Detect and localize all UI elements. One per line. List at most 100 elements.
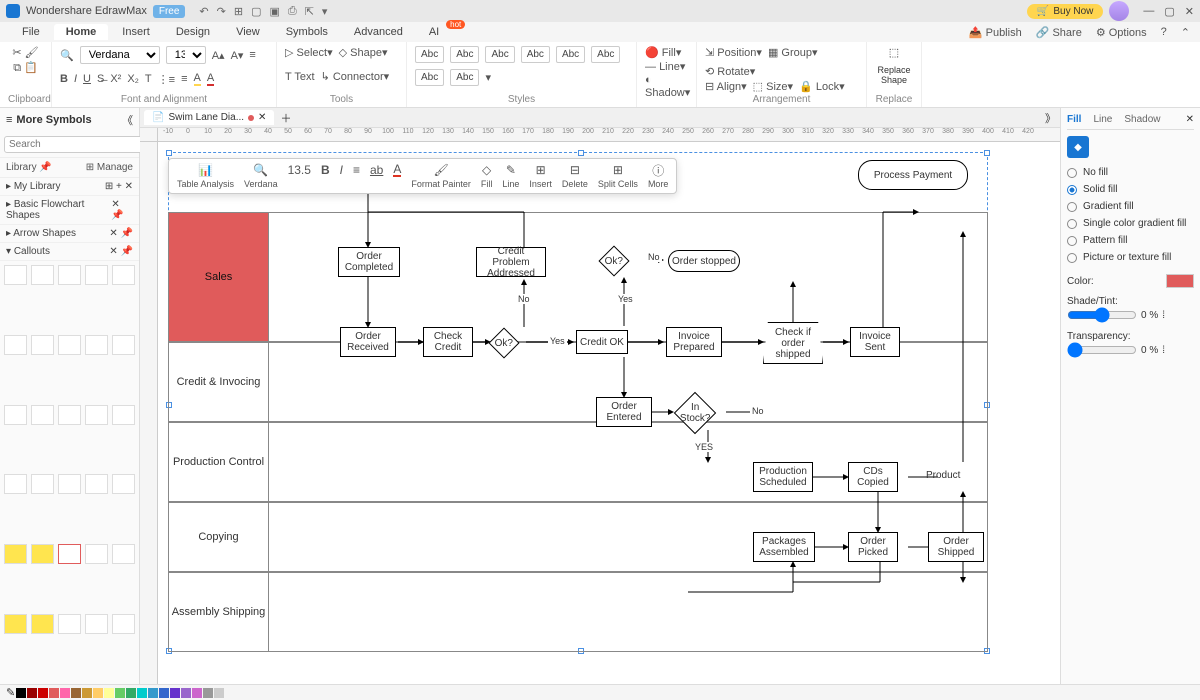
color-swatch-item[interactable] (181, 688, 191, 698)
replace-shape-icon[interactable]: ⬚ (889, 46, 899, 59)
minimize-icon[interactable]: — (1143, 5, 1154, 18)
fill-button[interactable]: 🔴 Fill▾ (645, 46, 681, 59)
ft-table-analysis[interactable]: 📊Table Analysis (177, 163, 234, 189)
shape-invoice-sent[interactable]: Invoice Sent (850, 327, 900, 357)
callout-shape[interactable] (4, 474, 27, 494)
more-symbols-label[interactable]: More Symbols (16, 114, 91, 126)
callout-shape[interactable] (31, 265, 54, 285)
ft-fill[interactable]: ◇Fill (481, 163, 493, 189)
text-direction-icon[interactable]: T (145, 73, 152, 85)
new-icon[interactable]: ⊞ (234, 5, 243, 18)
menu-home[interactable]: Home (54, 24, 109, 40)
shade-slider[interactable] (1067, 307, 1137, 323)
increase-font-icon[interactable]: A▴ (212, 49, 225, 62)
callout-shape[interactable] (31, 614, 54, 634)
menu-symbols[interactable]: Symbols (274, 24, 340, 40)
symbol-search-input[interactable] (4, 136, 146, 153)
callout-shape[interactable] (58, 614, 81, 634)
user-avatar[interactable] (1109, 1, 1129, 21)
color-swatch-item[interactable] (137, 688, 147, 698)
callout-shape[interactable] (112, 265, 135, 285)
callout-shape[interactable] (4, 405, 27, 425)
callout-shape[interactable] (58, 265, 81, 285)
shade-stepper-icon[interactable]: ⁞ (1162, 310, 1165, 321)
shape-check-credit[interactable]: Check Credit (423, 327, 473, 357)
callout-shape[interactable] (85, 265, 108, 285)
style-preset-8[interactable]: Abc (450, 69, 479, 86)
callout-shape[interactable] (85, 474, 108, 494)
callout-shape[interactable] (58, 335, 81, 355)
section-arrows[interactable]: ▸ Arrow Shapes✕ 📌 (0, 225, 139, 243)
shape-order-picked[interactable]: Order Picked (848, 532, 898, 562)
menu-design[interactable]: Design (164, 24, 222, 40)
radio-picture-fill[interactable]: Picture or texture fill (1067, 249, 1194, 266)
ft-line[interactable]: ✎Line (502, 163, 519, 189)
rp-close-icon[interactable]: ✕ (1186, 114, 1194, 125)
rp-tab-fill[interactable]: Fill (1067, 114, 1081, 125)
radio-gradient-fill[interactable]: Gradient fill (1067, 198, 1194, 215)
size-button[interactable]: ⬚ Size▾ (753, 80, 793, 93)
shape-prod-sched[interactable]: Production Scheduled (753, 462, 813, 492)
save-icon[interactable]: ▣ (269, 5, 279, 18)
callout-shape[interactable] (58, 544, 81, 564)
callout-shape[interactable] (112, 335, 135, 355)
shape-process-payment[interactable]: Process Payment (858, 160, 968, 190)
undo-icon[interactable]: ↶ (199, 5, 208, 18)
ft-insert[interactable]: ⊞Insert (529, 163, 552, 189)
ft-split[interactable]: ⊞Split Cells (598, 163, 638, 189)
radio-pattern-fill[interactable]: Pattern fill (1067, 232, 1194, 249)
callout-shape[interactable] (4, 265, 27, 285)
manage-button[interactable]: ⊞ Manage (86, 162, 133, 173)
section-callouts[interactable]: ▾ Callouts✕ 📌 (0, 243, 139, 261)
maximize-icon[interactable]: ▢ (1164, 5, 1174, 18)
menu-view[interactable]: View (224, 24, 272, 40)
page[interactable]: 📊Table Analysis 🔍Verdana 13.5 B I ≡ ab A… (168, 152, 1048, 684)
lane-asm[interactable]: Assembly Shipping (168, 572, 988, 652)
color-swatch-item[interactable] (49, 688, 59, 698)
callout-shape[interactable] (85, 335, 108, 355)
ft-font[interactable]: 🔍Verdana (244, 163, 278, 189)
color-swatch-item[interactable] (16, 688, 26, 698)
callout-shape[interactable] (112, 405, 135, 425)
document-tab[interactable]: 📄 Swim Lane Dia... ✕ (144, 110, 274, 125)
rp-tab-line[interactable]: Line (1093, 114, 1112, 125)
more-symbols-icon[interactable]: ≡ (6, 114, 12, 126)
menu-ai[interactable]: AIhot (417, 24, 451, 40)
align-icon[interactable]: ≡ (249, 49, 255, 61)
ft-more[interactable]: ⓘMore (648, 163, 669, 189)
font-color-icon[interactable]: A (207, 72, 214, 86)
color-swatch-item[interactable] (60, 688, 70, 698)
my-library-section[interactable]: ▸ My Library⊞ + ✕ (0, 178, 139, 196)
position-button[interactable]: ⇲ Position▾ (705, 46, 762, 59)
cut-icon[interactable]: ✂ (12, 47, 21, 59)
open-icon[interactable]: ▢ (251, 5, 261, 18)
ft-underline[interactable]: ab (370, 163, 383, 189)
color-swatch-item[interactable] (148, 688, 158, 698)
color-swatch-item[interactable] (126, 688, 136, 698)
color-swatch-item[interactable] (203, 688, 213, 698)
callout-shape[interactable] (112, 614, 135, 634)
callout-shape[interactable] (85, 405, 108, 425)
shadow-button[interactable]: ◐ Shadow▾ (645, 74, 690, 99)
fill-mode-icon[interactable]: ◆ (1067, 136, 1089, 158)
menu-advanced[interactable]: Advanced (342, 24, 415, 40)
rp-tab-shadow[interactable]: Shadow (1124, 114, 1160, 125)
ft-delete[interactable]: ⊟Delete (562, 163, 588, 189)
color-swatch-item[interactable] (27, 688, 37, 698)
callout-shape[interactable] (58, 405, 81, 425)
color-swatch-item[interactable] (170, 688, 180, 698)
canvas[interactable]: 📊Table Analysis 🔍Verdana 13.5 B I ≡ ab A… (158, 142, 1060, 684)
group-button[interactable]: ▦ Group▾ (768, 46, 818, 59)
format-painter-icon[interactable]: 🖌 (25, 47, 39, 59)
ft-italic[interactable]: I (340, 163, 343, 189)
callout-shape[interactable] (85, 544, 108, 564)
font-search-icon[interactable]: 🔍 (60, 49, 74, 62)
color-swatch[interactable] (1166, 274, 1194, 288)
callout-shape[interactable] (85, 614, 108, 634)
export-icon[interactable]: ⇱ (305, 5, 314, 18)
callout-shape[interactable] (31, 544, 54, 564)
italic-icon[interactable]: I (74, 73, 77, 85)
select-button[interactable]: ▷ Select▾ (285, 46, 333, 59)
lock-button[interactable]: 🔒 Lock▾ (799, 80, 845, 93)
color-swatch-item[interactable] (115, 688, 125, 698)
